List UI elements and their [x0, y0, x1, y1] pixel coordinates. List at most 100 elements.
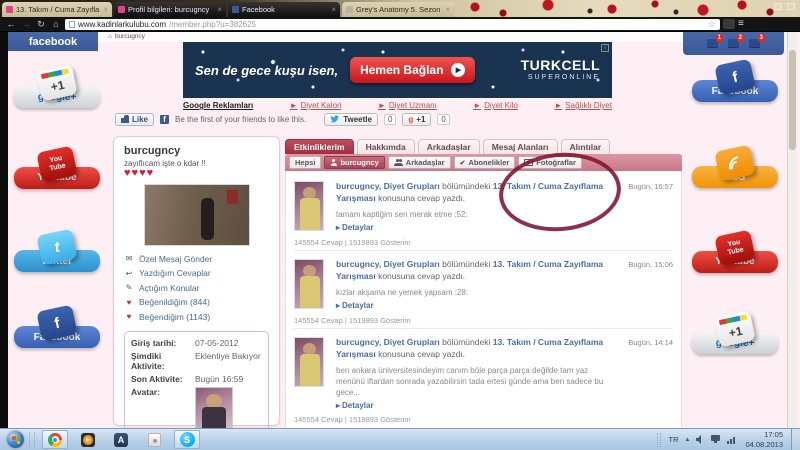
- tab-friends[interactable]: Arkadaşlar: [418, 139, 480, 154]
- browser-toolbar: ← → ↻ ⌂ www.kadinlarkulubu.com /member.p…: [0, 17, 800, 31]
- windows-taskbar: ▶ A S TR ▲ 17:05 04.08.2013: [0, 428, 800, 450]
- restore-icon[interactable]: [774, 3, 782, 10]
- facebook-like-button[interactable]: Like: [115, 113, 154, 126]
- google-ads-label[interactable]: Google Reklamları: [183, 101, 253, 110]
- window-controls[interactable]: [774, 3, 795, 10]
- back-icon[interactable]: ←: [5, 19, 17, 29]
- ad-link-3[interactable]: ►Diyet Kilo: [473, 101, 518, 110]
- forward-icon[interactable]: →: [20, 19, 32, 29]
- twitter-badge-left[interactable]: t twitter: [14, 232, 100, 272]
- subtab-burcugncy[interactable]: burcugncy: [324, 156, 384, 169]
- page-scrollbar[interactable]: [787, 32, 797, 428]
- thumbs-up-icon: [121, 115, 129, 123]
- details-link[interactable]: ▸Detaylar: [336, 401, 611, 410]
- googleplus-badge-left[interactable]: +1 google+: [14, 68, 100, 108]
- taskbar-app-a[interactable]: A: [108, 430, 134, 449]
- scrollbar-thumb[interactable]: [789, 50, 796, 150]
- breadcrumb[interactable]: ⌂ burcugncy: [108, 33, 145, 40]
- ad-cta-button[interactable]: Hemen Bağlan ▶: [350, 57, 475, 83]
- plus-one-button[interactable]: g +1: [402, 113, 431, 126]
- a-app-icon: A: [114, 433, 128, 447]
- ad-brand: TURKCELL SUPERONLINE: [521, 58, 600, 81]
- tab-close-icon[interactable]: ×: [217, 5, 222, 14]
- profile-photo[interactable]: [144, 184, 250, 246]
- refresh-icon[interactable]: ↻: [35, 19, 47, 29]
- browser-menu-icon[interactable]: ≡: [738, 19, 744, 29]
- post-stats: 145554 Cevap | 1519893 Gösterim: [294, 415, 673, 424]
- facebook-bar-left[interactable]: facebook: [8, 32, 98, 51]
- youtube-badge-left[interactable]: YouTube Youtube: [14, 148, 100, 189]
- tab-message-areas[interactable]: Mesaj Alanları: [483, 139, 558, 154]
- taskbar-skype[interactable]: S: [174, 430, 200, 449]
- ad-banner[interactable]: Sen de gece kuşu isen, Hemen Bağlan ▶ TU…: [183, 42, 612, 98]
- profile-username: burcugncy: [124, 145, 269, 157]
- post-group-link[interactable]: Diyet Grupları: [384, 337, 440, 347]
- social-buttons-row: Like f Be the first of your friends to l…: [115, 112, 450, 126]
- tab-activities[interactable]: Etkinliklerim: [285, 139, 354, 154]
- likes-given-link[interactable]: ♥Beğendiğim (1143): [124, 310, 269, 324]
- ad-link-2[interactable]: ►Diyet Uzmanı: [378, 101, 437, 110]
- taskbar-media-player[interactable]: ▶: [75, 430, 101, 449]
- youtube-badge-right[interactable]: YouTube Youtube: [692, 232, 778, 273]
- my-replies-link[interactable]: ↩Yazdığım Cevaplar: [124, 266, 269, 280]
- post-quote: ben ankara üniversitesindeyim canım böle…: [336, 365, 611, 399]
- browser-tab-4[interactable]: Grey's Anatomy 5. Sezon ×: [342, 2, 454, 17]
- facebook-notification-bar: 1 2 3: [683, 32, 784, 55]
- current-activity-value: Eklentiye Bakıyor: [195, 351, 262, 371]
- tweet-button[interactable]: Tweetle: [324, 113, 378, 126]
- network-signal-icon[interactable]: [727, 435, 737, 444]
- post-group-link[interactable]: Diyet Grupları: [384, 181, 440, 191]
- tab-close-icon[interactable]: ×: [103, 5, 108, 14]
- show-desktop-button[interactable]: [791, 429, 800, 450]
- details-link[interactable]: ▸Detaylar: [336, 301, 611, 310]
- close-icon[interactable]: [787, 3, 795, 10]
- extension-icon[interactable]: [723, 19, 735, 29]
- subtab-all[interactable]: Hepsi: [289, 156, 321, 169]
- post-username-link[interactable]: burcugncy,: [336, 181, 381, 191]
- rss-badge-right[interactable]: RSS: [692, 148, 778, 188]
- post-group-link[interactable]: Diyet Grupları: [384, 259, 440, 269]
- post-avatar[interactable]: [294, 181, 324, 231]
- address-bar[interactable]: www.kadinlarkulubu.com /member.php?u=382…: [65, 19, 720, 30]
- language-indicator[interactable]: TR: [669, 435, 679, 444]
- tray-expand-icon[interactable]: ▲: [685, 437, 691, 443]
- tab-about[interactable]: Hakkımda: [357, 139, 415, 154]
- bookmark-star-icon[interactable]: ☆: [708, 19, 716, 30]
- globe-notifications-icon[interactable]: 3: [749, 39, 760, 48]
- start-button[interactable]: [7, 431, 24, 448]
- googleplus-badge-right[interactable]: +1 google+: [692, 314, 778, 354]
- tab-close-icon[interactable]: ×: [445, 5, 450, 14]
- google-ads-row: Google Reklamları ►Diyet Kalori ►Diyet U…: [183, 100, 612, 111]
- friend-requests-icon[interactable]: 1: [707, 39, 718, 48]
- liked-by-link[interactable]: ♥Beğenildiğim (844): [124, 295, 269, 309]
- browser-tab-1[interactable]: 13. Takım / Cuma Zayıfla ×: [2, 2, 112, 17]
- my-topics-link[interactable]: ✎Açtığım Konular: [124, 281, 269, 295]
- facebook-badge-left[interactable]: f Facebook: [14, 308, 100, 348]
- subtab-friends[interactable]: Arkadaşlar: [388, 156, 451, 169]
- home-icon[interactable]: ⌂: [50, 19, 62, 29]
- action-center-icon[interactable]: [711, 435, 721, 444]
- post-avatar[interactable]: [294, 337, 324, 387]
- ad-info-icon[interactable]: i: [601, 44, 609, 52]
- speaker-icon[interactable]: [696, 435, 705, 444]
- taskbar-clock[interactable]: 17:05 04.08.2013: [745, 430, 783, 449]
- bullet-icon: ▸: [336, 401, 340, 410]
- like-helper-text: Be the first of your friends to like thi…: [175, 115, 306, 124]
- taskbar-app-white[interactable]: [141, 430, 167, 449]
- post-username-link[interactable]: burcugncy,: [336, 259, 381, 269]
- send-private-message-link[interactable]: ✉Özel Mesaj Gönder: [124, 252, 269, 266]
- messages-icon[interactable]: 2: [728, 39, 739, 48]
- post-avatar[interactable]: [294, 259, 324, 309]
- browser-tab-3[interactable]: Facebook ×: [228, 2, 340, 17]
- avatar[interactable]: [195, 387, 233, 428]
- ad-link-4[interactable]: ►Sağlıklı Diyet: [554, 101, 612, 110]
- tab-close-icon[interactable]: ×: [331, 5, 336, 14]
- taskbar-chrome[interactable]: [42, 430, 68, 449]
- facebook-badge-right[interactable]: f Facebook: [692, 62, 778, 102]
- url-domain: www.kadinlarkulubu.com: [78, 20, 166, 29]
- tweet-count: 0: [384, 114, 396, 125]
- ad-link-1[interactable]: ►Diyet Kalori: [290, 101, 342, 110]
- subtab-subscriptions[interactable]: ✔Abonelikler: [454, 156, 516, 169]
- post-username-link[interactable]: burcugncy,: [336, 337, 381, 347]
- browser-tab-2-active[interactable]: Profil bilgileri: burcugncy ×: [114, 2, 226, 17]
